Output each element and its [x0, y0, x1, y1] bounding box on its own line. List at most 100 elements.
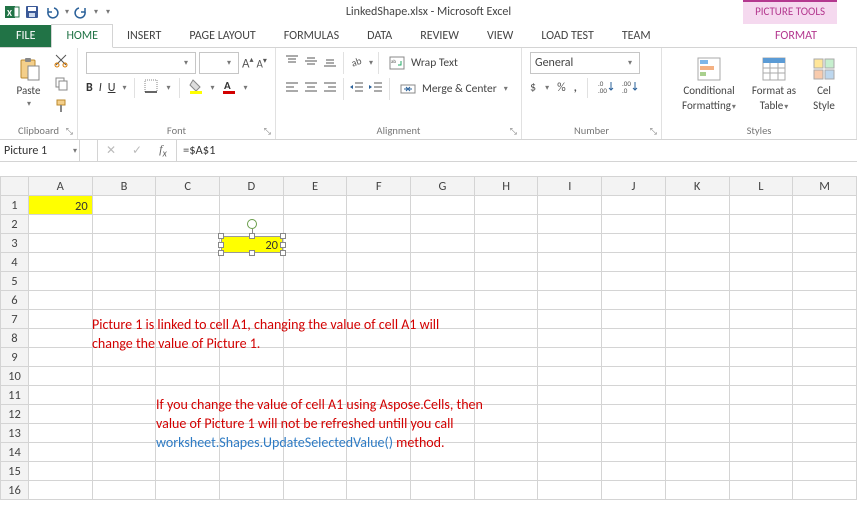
- cell[interactable]: [602, 196, 666, 215]
- cell[interactable]: [28, 234, 92, 253]
- wrap-text-button[interactable]: ab Wrap Text: [384, 52, 463, 74]
- cell[interactable]: [538, 405, 602, 424]
- cell[interactable]: [474, 405, 538, 424]
- format-as-table-button[interactable]: Format as Table▾: [746, 52, 802, 112]
- tab-view[interactable]: VIEW: [473, 25, 527, 47]
- row-header-7[interactable]: 7: [1, 310, 29, 329]
- row-header-2[interactable]: 2: [1, 215, 29, 234]
- cut-icon[interactable]: [53, 52, 69, 72]
- cell[interactable]: [729, 291, 793, 310]
- cell[interactable]: [793, 310, 857, 329]
- cell[interactable]: [729, 462, 793, 481]
- cell[interactable]: [665, 291, 729, 310]
- cell[interactable]: [793, 367, 857, 386]
- cell[interactable]: [602, 367, 666, 386]
- font-color-icon[interactable]: A: [221, 78, 237, 98]
- font-size-select[interactable]: ▾: [199, 52, 239, 74]
- cell[interactable]: [793, 462, 857, 481]
- cell[interactable]: [156, 481, 220, 500]
- row-header-16[interactable]: 16: [1, 481, 29, 500]
- cell[interactable]: [602, 291, 666, 310]
- number-launcher-icon[interactable]: ⤡: [650, 126, 657, 137]
- tab-formulas[interactable]: FORMULAS: [270, 25, 353, 47]
- cell[interactable]: [283, 253, 347, 272]
- cell[interactable]: [602, 348, 666, 367]
- cell[interactable]: [729, 234, 793, 253]
- col-header-H[interactable]: H: [474, 177, 538, 196]
- decrease-decimal-icon[interactable]: .00.0: [622, 78, 638, 98]
- cell[interactable]: [729, 215, 793, 234]
- cell[interactable]: [538, 443, 602, 462]
- cell[interactable]: [474, 462, 538, 481]
- cell[interactable]: [665, 253, 729, 272]
- cell[interactable]: [156, 367, 220, 386]
- col-header-L[interactable]: L: [729, 177, 793, 196]
- cell[interactable]: [28, 348, 92, 367]
- row-header-15[interactable]: 15: [1, 462, 29, 481]
- underline-dropdown[interactable]: ▾: [122, 83, 126, 93]
- cell[interactable]: [347, 196, 411, 215]
- cell[interactable]: [411, 196, 475, 215]
- cell[interactable]: [92, 253, 156, 272]
- cell[interactable]: [793, 481, 857, 500]
- cell[interactable]: [92, 481, 156, 500]
- row-header-5[interactable]: 5: [1, 272, 29, 291]
- borders-icon[interactable]: [143, 78, 159, 98]
- cell[interactable]: [474, 329, 538, 348]
- rotate-handle[interactable]: [247, 219, 257, 229]
- cell[interactable]: [665, 329, 729, 348]
- merge-center-button[interactable]: Merge & Center▾: [395, 78, 513, 100]
- cell[interactable]: [665, 481, 729, 500]
- cell[interactable]: [156, 291, 220, 310]
- fill-dropdown[interactable]: ▾: [211, 83, 215, 93]
- alignment-launcher-icon[interactable]: ⤡: [510, 126, 517, 137]
- tab-home[interactable]: HOME: [51, 24, 113, 48]
- tab-data[interactable]: DATA: [353, 25, 406, 47]
- cell[interactable]: [602, 386, 666, 405]
- tab-load-test[interactable]: LOAD TEST: [527, 25, 608, 47]
- cell-styles-button[interactable]: Cel Style: [806, 52, 842, 112]
- font-color-dropdown[interactable]: ▾: [244, 83, 248, 93]
- cell[interactable]: [602, 462, 666, 481]
- cell[interactable]: [92, 462, 156, 481]
- col-header-B[interactable]: B: [92, 177, 156, 196]
- col-header-F[interactable]: F: [347, 177, 411, 196]
- cell[interactable]: [729, 310, 793, 329]
- cell[interactable]: [347, 215, 411, 234]
- decrease-font-icon[interactable]: A▾: [257, 56, 267, 71]
- cell[interactable]: [538, 272, 602, 291]
- clipboard-launcher-icon[interactable]: ⤡: [66, 126, 73, 137]
- cell[interactable]: [220, 367, 284, 386]
- cell[interactable]: [220, 272, 284, 291]
- redo-icon[interactable]: [73, 4, 89, 20]
- cell[interactable]: [283, 272, 347, 291]
- cell[interactable]: [793, 234, 857, 253]
- col-header-M[interactable]: M: [793, 177, 857, 196]
- increase-font-icon[interactable]: A▴: [242, 55, 254, 71]
- col-header-A[interactable]: A: [28, 177, 92, 196]
- cell[interactable]: [283, 215, 347, 234]
- increase-indent-icon[interactable]: [368, 79, 384, 99]
- currency-icon[interactable]: $: [530, 81, 536, 95]
- cell[interactable]: [793, 386, 857, 405]
- cell[interactable]: [156, 215, 220, 234]
- cell[interactable]: [156, 462, 220, 481]
- orientation-dropdown[interactable]: ▾: [369, 58, 373, 68]
- name-box-dropdown-icon[interactable]: ▾: [73, 146, 77, 156]
- cell[interactable]: [474, 310, 538, 329]
- cell[interactable]: [92, 386, 156, 405]
- resize-handle[interactable]: [280, 242, 286, 248]
- cell[interactable]: [283, 462, 347, 481]
- cell[interactable]: [538, 253, 602, 272]
- cell[interactable]: [220, 196, 284, 215]
- row-header-1[interactable]: 1: [1, 196, 29, 215]
- resize-handle[interactable]: [218, 242, 224, 248]
- cell[interactable]: [729, 329, 793, 348]
- cell[interactable]: [28, 443, 92, 462]
- cell[interactable]: [474, 291, 538, 310]
- comma-icon[interactable]: ,: [574, 81, 577, 95]
- cell[interactable]: [28, 310, 92, 329]
- cell-A1[interactable]: 20: [28, 196, 92, 215]
- col-header-D[interactable]: D: [220, 177, 284, 196]
- tab-insert[interactable]: INSERT: [113, 25, 175, 47]
